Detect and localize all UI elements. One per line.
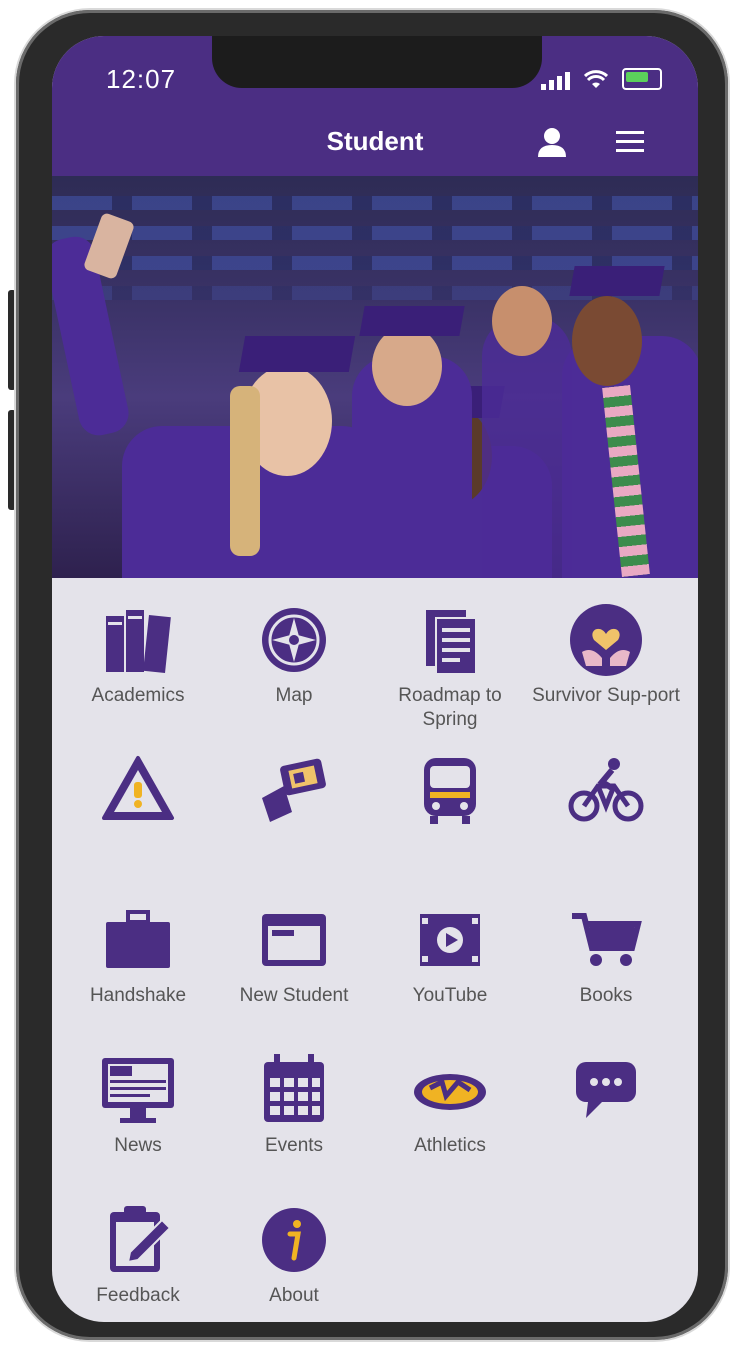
briefcase-icon: [106, 910, 170, 968]
tile-new-student[interactable]: New Student: [214, 878, 374, 1028]
chat-icon: [576, 1062, 636, 1118]
hamburger-menu-icon: [616, 131, 644, 152]
bicycle-icon: [568, 758, 644, 822]
tile-label: Academics: [91, 685, 185, 706]
wifi-icon: [584, 70, 608, 88]
document-icon: [426, 610, 477, 675]
tile-safety-alert[interactable]: [58, 728, 218, 878]
tile-label: Feedback: [96, 1285, 180, 1306]
books-icon: [106, 610, 171, 673]
news-monitor-icon: [102, 1058, 174, 1123]
tile-chat[interactable]: [526, 1028, 686, 1178]
video-icon: [420, 914, 480, 966]
tile-id-card[interactable]: [214, 728, 374, 878]
tile-label: Handshake: [89, 985, 187, 1006]
phone-frame: 12:07 Student Academics Map Roadmap to S…: [16, 10, 728, 1340]
tile-label: Athletics: [414, 1135, 486, 1156]
tile-survivor-support[interactable]: Survivor Sup-port: [526, 578, 686, 728]
status-icons: [541, 68, 662, 90]
status-bar: 12:07: [52, 36, 698, 106]
tile-transit[interactable]: [370, 728, 530, 878]
tile-map[interactable]: Map: [214, 578, 374, 728]
tile-bike[interactable]: [526, 728, 686, 878]
tile-news[interactable]: News: [58, 1028, 218, 1178]
tile-athletics[interactable]: Athletics: [370, 1028, 530, 1178]
bus-icon: [424, 758, 476, 824]
page-title: Student: [326, 126, 424, 156]
tile-events[interactable]: Events: [214, 1028, 374, 1178]
battery-icon: [622, 68, 662, 90]
laptop-icon: [262, 914, 326, 966]
athletics-logo-icon: [414, 1074, 486, 1110]
tile-label: YouTube: [412, 985, 488, 1006]
cart-icon: [572, 913, 642, 966]
notch: [212, 36, 542, 88]
tile-youtube[interactable]: YouTube: [370, 878, 530, 1028]
calendar-icon: [264, 1054, 324, 1122]
signal-icon: [541, 72, 570, 90]
info-icon: [262, 1208, 326, 1272]
tile-label: Roadmap to Spring: [398, 685, 502, 730]
tile-books[interactable]: Books: [526, 878, 686, 1028]
warning-icon: [102, 756, 174, 820]
tile-handshake[interactable]: Handshake: [58, 878, 218, 1028]
volume-up-button[interactable]: [8, 290, 16, 390]
volume-down-button[interactable]: [8, 410, 16, 510]
tile-label: Survivor Sup-port: [532, 685, 680, 706]
tile-label: Map: [275, 685, 313, 706]
compass-icon: [262, 608, 326, 672]
tile-about[interactable]: About: [214, 1178, 374, 1322]
card-icon: [262, 758, 326, 822]
hands-heart-icon: [570, 604, 642, 676]
tile-roadmap-to-spring[interactable]: Roadmap to Spring: [370, 578, 530, 730]
hero-photo: [52, 176, 698, 578]
menu-button[interactable]: [612, 124, 648, 160]
tile-label: News: [114, 1135, 162, 1156]
app-header: Student: [52, 106, 698, 176]
status-time: 12:07: [106, 64, 177, 94]
app-screen: 12:07 Student Academics Map Roadmap to S…: [52, 36, 698, 1322]
user-icon: [538, 128, 566, 157]
tile-academics[interactable]: Academics: [58, 578, 218, 728]
profile-button[interactable]: [534, 124, 570, 160]
tile-label: Events: [264, 1135, 324, 1156]
tile-feedback[interactable]: Feedback: [58, 1178, 218, 1322]
clipboard-icon: [110, 1206, 172, 1272]
tile-label: Books: [579, 985, 633, 1006]
tile-label: New Student: [239, 985, 349, 1006]
tile-label: About: [269, 1285, 319, 1306]
